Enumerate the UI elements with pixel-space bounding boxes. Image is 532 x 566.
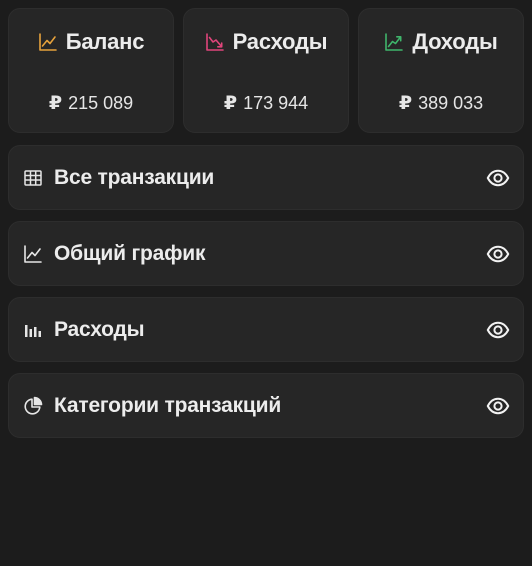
eye-icon[interactable] (485, 165, 511, 191)
section-title: Категории транзакций (54, 393, 282, 417)
trend-icon (38, 32, 58, 52)
bar-chart-icon (22, 319, 44, 341)
income-label: Доходы (412, 29, 498, 54)
expenses-label: Расходы (232, 29, 328, 54)
stats-row: Баланс ₽ 215 089 Расходы ₽ 173 944 Доход… (8, 8, 524, 133)
sections-list: Все транзакции Общий график Расходы Кате… (8, 145, 524, 449)
eye-icon[interactable] (485, 317, 511, 343)
income-header: Доходы (384, 29, 498, 55)
ruble-sign: ₽ (223, 93, 238, 114)
balance-amount: 215 089 (68, 93, 134, 113)
expenses-header: Расходы (205, 29, 328, 55)
section-transaction-categories[interactable]: Категории транзакций (8, 373, 524, 438)
expenses-amount: 173 944 (243, 93, 309, 113)
ruble-sign: ₽ (48, 93, 63, 114)
balance-header: Баланс (38, 29, 145, 55)
balance-label: Баланс (65, 29, 145, 54)
section-overall-chart[interactable]: Общий график (8, 221, 524, 286)
trend-down-icon (205, 32, 225, 52)
table-icon (22, 167, 44, 189)
section-title: Общий график (54, 241, 206, 265)
income-amount: 389 033 (418, 93, 484, 113)
expenses-value: ₽ 173 944 (224, 92, 308, 115)
section-all-transactions[interactable]: Все транзакции (8, 145, 524, 210)
section-title: Расходы (54, 317, 145, 341)
ruble-sign: ₽ (398, 93, 413, 114)
balance-value: ₽ 215 089 (49, 92, 133, 115)
line-chart-icon (22, 243, 44, 265)
income-card[interactable]: Доходы ₽ 389 033 (358, 8, 524, 133)
expenses-card[interactable]: Расходы ₽ 173 944 (183, 8, 349, 133)
income-value: ₽ 389 033 (399, 92, 483, 115)
balance-card[interactable]: Баланс ₽ 215 089 (8, 8, 174, 133)
section-title: Все транзакции (54, 165, 215, 189)
section-expenses[interactable]: Расходы (8, 297, 524, 362)
pie-chart-icon (22, 395, 44, 417)
trend-up-icon (384, 32, 404, 52)
eye-icon[interactable] (485, 241, 511, 267)
eye-icon[interactable] (485, 393, 511, 419)
